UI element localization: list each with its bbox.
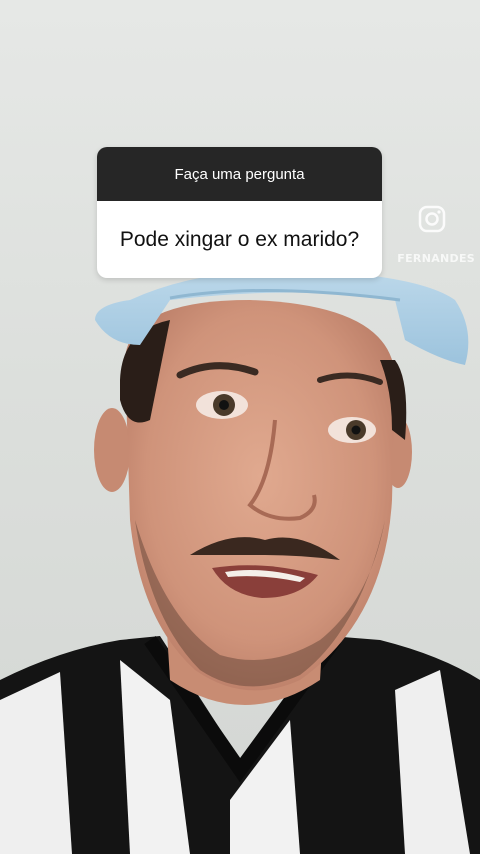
face <box>125 300 395 691</box>
left-ear <box>94 408 130 492</box>
story-frame: Faça uma pergunta Pode xingar o ex marid… <box>0 0 480 854</box>
watermark-handle: FERNANDES <box>397 252 475 265</box>
question-text: Pode xingar o ex marido? <box>119 227 360 251</box>
instagram-icon <box>418 205 446 233</box>
question-sticker-header: Faça uma pergunta <box>97 147 382 201</box>
person-photo <box>0 269 480 854</box>
